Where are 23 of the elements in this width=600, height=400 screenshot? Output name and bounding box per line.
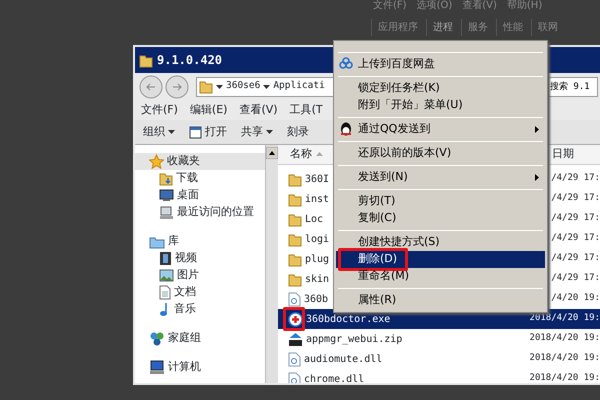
file-name: plug [305,252,330,266]
file-date: /4/20 19: [551,292,600,306]
file-name: inst [305,192,330,206]
file-name: 360bdoctor.exe [306,312,390,326]
file-date: 2018/4/20 19: [530,352,600,366]
file-name: 360b [304,292,328,306]
file-name: logi [305,232,330,246]
file-date: 2018/4/20 19: [530,312,600,326]
file-name: chrome.dll [304,372,364,383]
file-date: /4/29 17: [551,252,600,266]
file-date: 2018/4/20 19: [530,372,600,383]
file-name: appmgr_webui.zip [306,332,402,346]
file-date: /4/29 17: [551,272,600,286]
file-date: /4/29 17: [551,232,600,246]
file-name: audiomute.dll [304,352,382,366]
file-date: /4/29 17: [551,212,600,226]
file-date: /4/29 17: [551,192,600,206]
file-date: /4/29 17: [551,172,600,186]
window-title: 9.1.0.420 [157,52,222,69]
file-name: skin [305,272,330,286]
file-name: 360I [305,172,330,186]
file-name: Loc [305,212,324,226]
file-date: 2018/4/20 19: [530,332,600,346]
